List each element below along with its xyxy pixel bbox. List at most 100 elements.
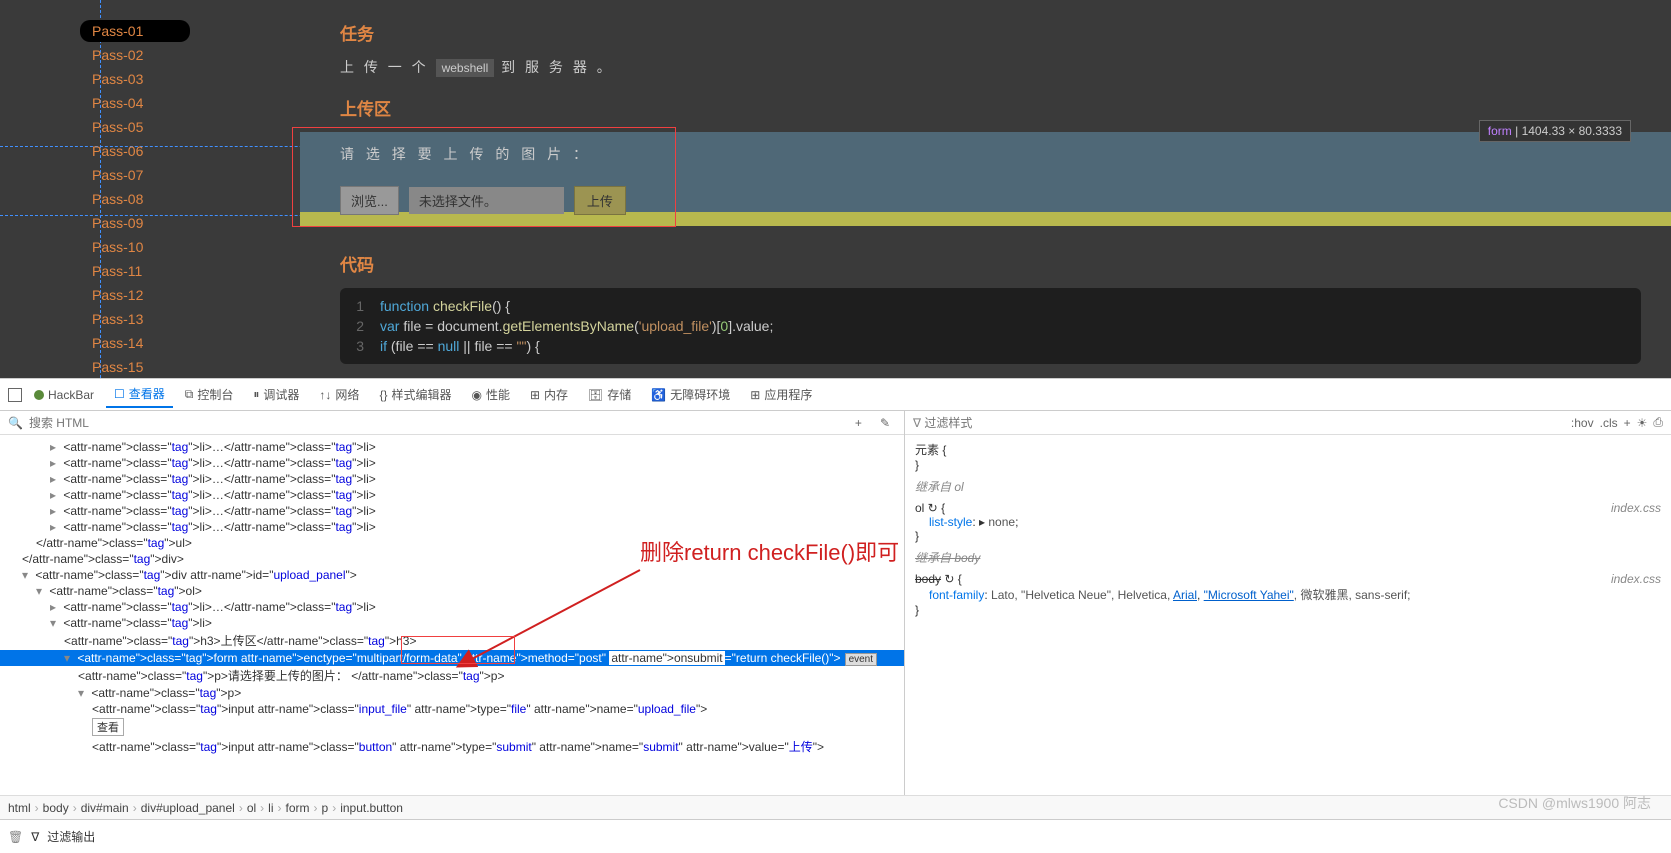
edit-html-icon[interactable]: ✎ — [874, 416, 896, 430]
task-text-prefix: 上 传 一 个 — [340, 59, 436, 75]
css-font-link[interactable]: "Microsoft Yahei" — [1204, 588, 1294, 602]
watermark: CSDN @mlws1900 阿志 — [1498, 793, 1651, 813]
code-section-title: 代码 — [340, 251, 1671, 276]
tab-hackbar[interactable]: HackBar — [26, 384, 102, 406]
dom-node[interactable]: <attr-name">class="tag">h3>上传区</attr-nam… — [0, 631, 904, 650]
line-number: 3 — [340, 338, 380, 354]
print-media-icon[interactable]: ⎙ — [1653, 415, 1663, 430]
sidebar-item-pass-14[interactable]: Pass-14 — [80, 332, 190, 354]
rule-source-link[interactable]: index.css — [1611, 572, 1661, 586]
sidebar-item-pass-12[interactable]: Pass-12 — [80, 284, 190, 306]
breadcrumb-item[interactable]: html — [8, 801, 31, 815]
inspect-element-icon[interactable] — [8, 388, 22, 402]
sidebar-item-pass-02[interactable]: Pass-02 — [80, 44, 190, 66]
light-dark-icon[interactable]: ☀ — [1637, 416, 1648, 430]
dom-tree[interactable]: ▸ <attr-name">class="tag">li>…</attr-nam… — [0, 435, 904, 796]
sidebar-item-pass-05[interactable]: Pass-05 — [80, 116, 190, 138]
tab-performance[interactable]: ◉ 性能 — [463, 382, 518, 407]
css-value[interactable]: Lato, "Helvetica Neue", Helvetica, — [991, 588, 1173, 602]
level-sidebar: Pass-01Pass-02Pass-03Pass-04Pass-05Pass-… — [80, 20, 190, 380]
code-text: var file = document.getElementsByName('u… — [380, 318, 773, 334]
add-node-button[interactable]: + — [849, 416, 868, 430]
dom-node[interactable]: ▸ <attr-name">class="tag">li>…</attr-nam… — [0, 471, 904, 487]
css-prop[interactable]: font-family — [929, 588, 984, 602]
css-prop[interactable]: list-style — [929, 515, 972, 529]
sidebar-item-pass-09[interactable]: Pass-09 — [80, 212, 190, 234]
dom-node[interactable]: ▸ <attr-name">class="tag">li>…</attr-nam… — [0, 455, 904, 471]
inherit-from-body: 继承自 body — [915, 551, 980, 565]
tab-inspector[interactable]: ☐ 查看器 — [106, 381, 173, 408]
task-description: 上 传 一 个 webshell 到 服 务 器 。 — [340, 57, 1671, 77]
inspector-left-pane: 🔍 + ✎ ▸ <attr-name">class="tag">li>…</at… — [0, 411, 905, 796]
sidebar-item-pass-15[interactable]: Pass-15 — [80, 356, 190, 378]
code-line: 1function checkFile() { — [340, 296, 1641, 316]
devtools-toolbar: HackBar ☐ 查看器 ⧉ 控制台 ⏸ 调试器 ↑↓ 网络 {} 样式编辑器… — [0, 379, 1671, 411]
code-line: 2 var file = document.getElementsByName(… — [340, 316, 1641, 336]
upload-section-title: 上传区 — [340, 95, 1671, 120]
html-search-input[interactable] — [29, 416, 843, 430]
dom-node[interactable]: 查看 — [0, 717, 904, 737]
sidebar-item-pass-01[interactable]: Pass-01 — [80, 20, 190, 42]
dom-node[interactable]: ▾ <attr-name">class="tag">li> — [0, 615, 904, 631]
styles-filter-input[interactable] — [924, 416, 1079, 430]
rule-source-link[interactable]: index.css — [1611, 501, 1661, 515]
filter-icon: ∇ — [31, 830, 39, 844]
tab-console[interactable]: ⧉ 控制台 — [177, 382, 242, 407]
browse-button[interactable]: 浏览... — [340, 186, 399, 215]
sidebar-item-pass-11[interactable]: Pass-11 — [80, 260, 190, 282]
inherit-from-ol: 继承自 ol — [915, 478, 1661, 495]
breadcrumb-item[interactable]: div#main — [81, 801, 129, 815]
cls-toggle[interactable]: .cls — [1600, 416, 1618, 430]
sidebar-item-pass-03[interactable]: Pass-03 — [80, 68, 190, 90]
tab-application[interactable]: ⊞ 应用程序 — [742, 382, 820, 407]
css-font-link[interactable]: Arial — [1173, 588, 1197, 602]
file-input[interactable]: 未选择文件。 — [409, 187, 564, 214]
code-text: function checkFile() { — [380, 298, 510, 314]
breadcrumb-item[interactable]: input.button — [340, 801, 403, 815]
tab-network[interactable]: ↑↓ 网络 — [311, 382, 367, 407]
tab-debugger[interactable]: ⏸ 调试器 — [245, 382, 307, 407]
sidebar-item-pass-10[interactable]: Pass-10 — [80, 236, 190, 258]
sidebar-item-pass-04[interactable]: Pass-04 — [80, 92, 190, 114]
body-selector: body — [915, 572, 941, 586]
dom-node[interactable]: ▸ <attr-name">class="tag">li>…</attr-nam… — [0, 439, 904, 455]
dom-node[interactable]: <attr-name">class="tag">input attr-name"… — [0, 701, 904, 717]
tab-memory[interactable]: ⊞ 内存 — [522, 382, 576, 407]
dom-node[interactable]: ▸ <attr-name">class="tag">li>…</attr-nam… — [0, 519, 904, 535]
dom-node[interactable]: ▾ <attr-name">class="tag">form attr-name… — [0, 650, 904, 666]
dom-node[interactable]: ▾ <attr-name">class="tag">p> — [0, 685, 904, 701]
search-icon: 🔍 — [8, 416, 23, 430]
breadcrumb-item[interactable]: form — [286, 801, 310, 815]
task-title: 任务 — [340, 20, 1671, 45]
breadcrumb-item[interactable]: p — [322, 801, 329, 815]
sidebar-item-pass-06[interactable]: Pass-06 — [80, 140, 190, 162]
tab-accessibility[interactable]: ♿ 无障碍环境 — [643, 382, 738, 407]
breadcrumb-item[interactable]: body — [43, 801, 69, 815]
dom-node[interactable]: ▾ <attr-name">class="tag">div attr-name"… — [0, 567, 904, 583]
element-dimensions-tooltip: form | 1404.33 × 80.3333 — [1479, 120, 1631, 142]
dom-node[interactable]: ▸ <attr-name">class="tag">li>…</attr-nam… — [0, 503, 904, 519]
upload-submit-button[interactable]: 上传 — [574, 186, 626, 215]
tab-style-editor[interactable]: {} 样式编辑器 — [371, 382, 459, 407]
breadcrumb-item[interactable]: li — [268, 801, 273, 815]
add-rule-button[interactable]: + — [1624, 416, 1631, 430]
sidebar-item-pass-08[interactable]: Pass-08 — [80, 188, 190, 210]
dom-breadcrumb[interactable]: html›body›div#main›div#upload_panel›ol›l… — [0, 795, 1671, 819]
hov-toggle[interactable]: :hov — [1571, 416, 1594, 430]
dom-node[interactable]: ▸ <attr-name">class="tag">li>…</attr-nam… — [0, 487, 904, 503]
tab-storage[interactable]: 🗄 存储 — [580, 382, 639, 407]
main-content: 任务 上 传 一 个 webshell 到 服 务 器 。 上传区 请 选 择 … — [300, 0, 1671, 378]
sidebar-item-pass-07[interactable]: Pass-07 — [80, 164, 190, 186]
task-text-suffix: 到 服 务 器 。 — [501, 59, 614, 75]
dom-node[interactable]: ▸ <attr-name">class="tag">li>…</attr-nam… — [0, 599, 904, 615]
code-line: 3 if (file == null || file == "") { — [340, 336, 1641, 356]
breadcrumb-item[interactable]: div#upload_panel — [141, 801, 235, 815]
dom-node[interactable]: <attr-name">class="tag">p>请选择要上传的图片： </a… — [0, 666, 904, 685]
css-value[interactable]: none — [988, 515, 1015, 529]
dom-node[interactable]: <attr-name">class="tag">input attr-name"… — [0, 737, 904, 756]
breadcrumb-item[interactable]: ol — [247, 801, 256, 815]
dom-node[interactable]: ▾ <attr-name">class="tag">ol> — [0, 583, 904, 599]
code-block: 1function checkFile() {2 var file = docu… — [340, 288, 1641, 364]
clear-output-icon[interactable]: 🗑 — [8, 830, 23, 844]
sidebar-item-pass-13[interactable]: Pass-13 — [80, 308, 190, 330]
